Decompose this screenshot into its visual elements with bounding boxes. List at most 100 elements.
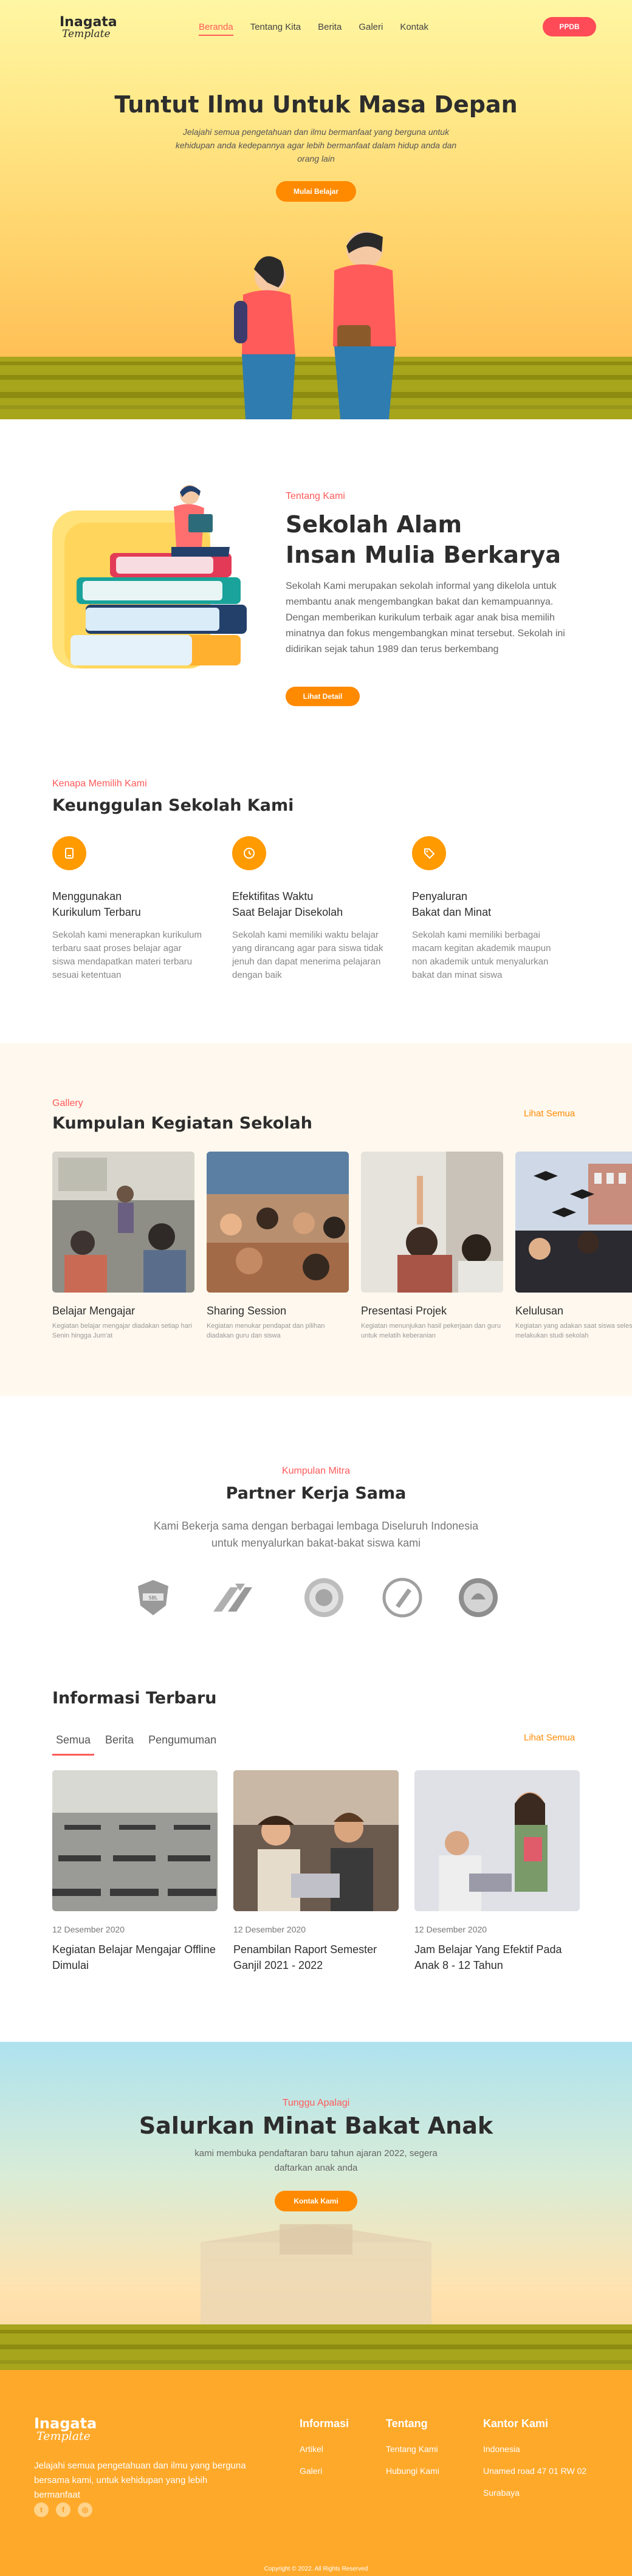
features-title: Keunggulan Sekolah Kami xyxy=(52,796,294,815)
instagram-icon[interactable]: ◎ xyxy=(78,2502,92,2517)
features-eyebrow: Kenapa Memilih Kami xyxy=(52,778,147,789)
news-date: 12 Desember 2020 xyxy=(52,1925,125,1934)
gallery-see-all-link[interactable]: Lihat Semua xyxy=(524,1108,575,1119)
gallery-card[interactable]: Presentasi Projek Kegiatan menunjukan ha… xyxy=(361,1152,503,1341)
start-learning-button[interactable]: Mulai Belajar xyxy=(276,181,356,202)
feature-text: Sekolah kami memiliki waktu belajar yang… xyxy=(232,930,383,980)
gallery-card-title: Presentasi Projek xyxy=(361,1305,447,1317)
footer-description: Jelajahi semua pengetahuan dan ilmu yang… xyxy=(34,2461,246,2500)
pen-logo-icon xyxy=(382,1578,422,1618)
feature-title: Menggunakan Kurikulum Terbaru xyxy=(52,890,141,918)
about-text: Sekolah Kami merupakan sekolah informal … xyxy=(286,581,565,654)
svg-text:SBL: SBL xyxy=(148,1595,158,1601)
news-date: 12 Desember 2020 xyxy=(414,1925,487,1934)
news-card-title: Jam Belajar Yang Efektif Pada Anak 8 - 1… xyxy=(414,1943,562,1971)
news-card-title: Penambilan Raport Semester Ganjil 2021 -… xyxy=(233,1943,377,1971)
ppdb-button[interactable]: PPDB xyxy=(543,17,596,36)
gallery-eyebrow: Gallery xyxy=(52,1098,83,1108)
nav-item-kontak[interactable]: Kontak xyxy=(400,22,428,36)
news-section: Informasi Terbaru Semua Berita Pengumuma… xyxy=(0,1657,632,2022)
gallery-card-text: Kegiatan yang adakan saat siswa selesai … xyxy=(515,1322,632,1339)
news-photo xyxy=(52,1770,218,1911)
news-title: Informasi Terbaru xyxy=(52,1689,217,1708)
footer-logo[interactable]: Inagata Template xyxy=(34,2416,97,2442)
view-detail-button[interactable]: Lihat Detail xyxy=(286,687,360,706)
footer-link-artikel[interactable]: Artikel xyxy=(300,2442,349,2456)
news-card[interactable]: 12 Desember 2020 Penambilan Raport Semes… xyxy=(233,1770,399,1973)
twitter-icon[interactable]: t xyxy=(34,2502,49,2517)
news-see-all-link[interactable]: Lihat Semua xyxy=(524,1733,575,1743)
gallery-card[interactable]: Kelulusan Kegiatan yang adakan saat sisw… xyxy=(515,1152,632,1341)
facebook-icon[interactable]: f xyxy=(56,2502,70,2517)
about-eyebrow: Tentang Kami xyxy=(286,491,345,501)
nav-item-berita[interactable]: Berita xyxy=(318,22,342,36)
copyright-text: Copyright © 2022. All Rights Reserved xyxy=(264,2566,368,2572)
gallery-photo xyxy=(515,1152,632,1293)
gallery-card[interactable]: Sharing Session Kegiatan menukar pendapa… xyxy=(207,1152,349,1341)
footer-col-informasi: Informasi Artikel Galeri xyxy=(300,2417,349,2486)
footer-link-galeri[interactable]: Galeri xyxy=(300,2464,349,2478)
cta-text: kami membuka pendaftaran baru tahun ajar… xyxy=(194,2148,438,2173)
gallery-title: Kumpulan Kegiatan Sekolah xyxy=(52,1114,312,1133)
feature-text: Sekolah kami memiliki berbagai macam keg… xyxy=(412,930,551,980)
footer: Inagata Template Jelajahi semua pengetah… xyxy=(0,2370,632,2576)
top-navbar: Inagata Template Beranda Tentang Kita Be… xyxy=(0,0,632,55)
news-photo xyxy=(233,1770,399,1911)
cta-title: Salurkan Minat Bakat Anak xyxy=(139,2112,493,2139)
cta-eyebrow: Tunggu Apalagi xyxy=(282,2098,350,2108)
cta-section: Tunggu Apalagi Salurkan Minat Bakat Anak… xyxy=(0,2042,632,2370)
footer-address-line: Unamed road 47 01 RW 02 xyxy=(483,2466,587,2476)
gallery-card[interactable]: Belajar Mengajar Kegiatan belajar mengaj… xyxy=(52,1152,194,1341)
contact-us-button[interactable]: Kontak Kami xyxy=(275,2191,357,2211)
feature-title: Penyaluran Bakat dan Minat xyxy=(412,890,492,918)
gallery-section: Gallery Kumpulan Kegiatan Sekolah Lihat … xyxy=(0,1043,632,1396)
books-illustration xyxy=(52,485,247,668)
tab-semua[interactable]: Semua xyxy=(52,1734,95,1756)
partners-text: Kami Bekerja sama dengan berbagai lembag… xyxy=(153,1520,479,1549)
news-photo xyxy=(414,1770,580,1911)
footer-link-hubungi-kami[interactable]: Hubungi Kami xyxy=(386,2464,439,2478)
feature-item: Efektifitas Waktu Saat Belajar Disekolah… xyxy=(232,836,384,982)
nav-item-beranda[interactable]: Beranda xyxy=(199,22,233,36)
emblem-logo-icon xyxy=(459,1578,498,1617)
tab-berita[interactable]: Berita xyxy=(101,1734,137,1756)
news-card[interactable]: 12 Desember 2020 Kegiatan Belajar Mengaj… xyxy=(52,1770,218,1973)
feature-item: Penyaluran Bakat dan Minat Sekolah kami … xyxy=(412,836,564,982)
gallery-card-text: Kegiatan menukar pendapat dan pilihan di… xyxy=(207,1322,325,1339)
footer-col-kantor: Kantor Kami Indonesia Unamed road 47 01 … xyxy=(483,2417,586,2508)
gallery-photo xyxy=(207,1152,349,1293)
news-card[interactable]: 12 Desember 2020 Jam Belajar Yang Efekti… xyxy=(414,1770,580,1973)
gallery-card-text: Kegiatan menunjukan hasil pekerjaan dan … xyxy=(361,1322,501,1339)
gallery-card-text: Kegiatan belajar mengajar diadakan setia… xyxy=(52,1322,192,1339)
book-icon xyxy=(52,836,86,870)
seal-logo-icon xyxy=(304,1578,343,1617)
hero-illustration xyxy=(0,231,632,419)
main-menu: Beranda Tentang Kita Berita Galeri Konta… xyxy=(199,22,428,36)
footer-address-line: Indonesia xyxy=(483,2444,520,2454)
arrows-logo-icon xyxy=(213,1584,252,1612)
clock-icon xyxy=(232,836,266,870)
partners-section: Kumpulan Mitra Partner Kerja Sama Kami B… xyxy=(0,1396,632,1657)
feature-title: Efektifitas Waktu Saat Belajar Disekolah xyxy=(232,890,343,918)
gallery-card-title: Kelulusan xyxy=(515,1305,564,1317)
gallery-photo xyxy=(52,1152,194,1293)
gallery-card-title: Belajar Mengajar xyxy=(52,1305,136,1317)
about-section: Tentang Kami Sekolah Alam Insan Mulia Be… xyxy=(0,419,632,735)
hero-text: Jelajahi semua pengetahuan dan ilmu berm… xyxy=(175,127,457,163)
about-title: Sekolah Alam Insan Mulia Berkarya xyxy=(286,511,562,568)
footer-col-tentang: Tentang Tentang Kami Hubungi Kami xyxy=(386,2417,439,2486)
hero-section: Tuntut Ilmu Untuk Masa Depan Jelajahi se… xyxy=(0,0,632,419)
social-links: t f ◎ xyxy=(34,2502,92,2517)
news-tabs: Semua Berita Pengumuman xyxy=(52,1734,220,1756)
partners-eyebrow: Kumpulan Mitra xyxy=(281,1466,351,1476)
brand-logo[interactable]: Inagata Template xyxy=(60,16,117,39)
nav-item-tentang-kita[interactable]: Tentang Kita xyxy=(250,22,301,36)
features-section: Kenapa Memilih Kami Keunggulan Sekolah K… xyxy=(0,772,632,1015)
feature-item: Menggunakan Kurikulum Terbaru Sekolah ka… xyxy=(52,836,204,982)
partners-title: Partner Kerja Sama xyxy=(225,1484,407,1503)
nav-item-galeri[interactable]: Galeri xyxy=(359,22,383,36)
feature-text: Sekolah kami menerapkan kurikulum terbar… xyxy=(52,930,202,980)
tab-pengumuman[interactable]: Pengumuman xyxy=(145,1734,220,1756)
hero-title: Tuntut Ilmu Untuk Masa Depan xyxy=(114,91,518,118)
footer-link-tentang-kami[interactable]: Tentang Kami xyxy=(386,2442,439,2456)
